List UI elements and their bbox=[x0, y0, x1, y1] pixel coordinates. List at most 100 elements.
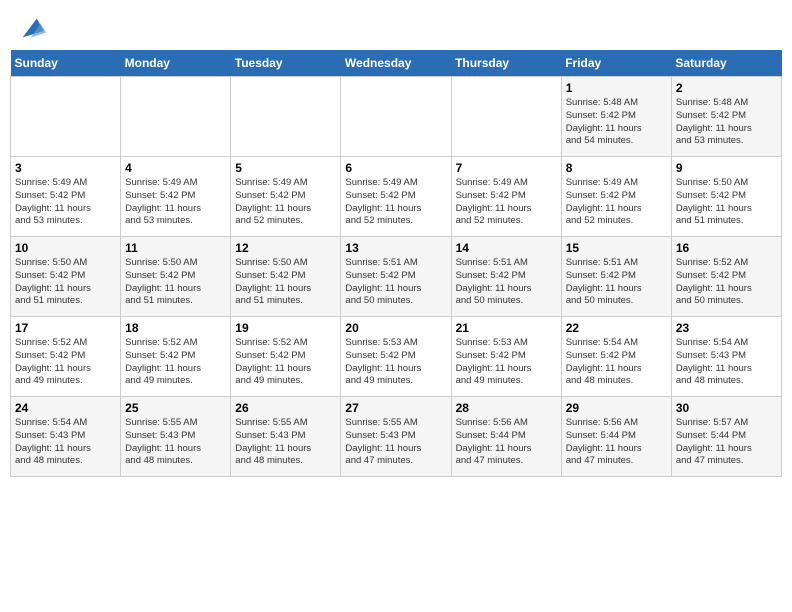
day-info: Sunrise: 5:52 AM Sunset: 5:42 PM Dayligh… bbox=[15, 337, 116, 388]
day-number: 14 bbox=[456, 241, 557, 255]
day-number: 28 bbox=[456, 401, 557, 415]
calendar-cell: 9 Sunrise: 5:50 AM Sunset: 5:42 PM Daylig… bbox=[671, 157, 781, 237]
day-number: 25 bbox=[125, 401, 226, 415]
calendar-cell: 8 Sunrise: 5:49 AM Sunset: 5:42 PM Daylig… bbox=[561, 157, 671, 237]
day-info: Sunrise: 5:52 AM Sunset: 5:42 PM Dayligh… bbox=[676, 257, 777, 308]
day-info: Sunrise: 5:55 AM Sunset: 5:43 PM Dayligh… bbox=[235, 417, 336, 468]
day-number: 5 bbox=[235, 161, 336, 175]
calendar-cell: 12 Sunrise: 5:50 AM Sunset: 5:42 PM Dayli… bbox=[231, 237, 341, 317]
calendar-week-row: 10 Sunrise: 5:50 AM Sunset: 5:42 PM Dayli… bbox=[11, 237, 782, 317]
day-info: Sunrise: 5:55 AM Sunset: 5:43 PM Dayligh… bbox=[125, 417, 226, 468]
day-info: Sunrise: 5:54 AM Sunset: 5:43 PM Dayligh… bbox=[676, 337, 777, 388]
header-friday: Friday bbox=[561, 50, 671, 77]
calendar-cell: 24 Sunrise: 5:54 AM Sunset: 5:43 PM Dayli… bbox=[11, 397, 121, 477]
day-info: Sunrise: 5:50 AM Sunset: 5:42 PM Dayligh… bbox=[125, 257, 226, 308]
day-number: 15 bbox=[566, 241, 667, 255]
header-wednesday: Wednesday bbox=[341, 50, 451, 77]
calendar-cell: 23 Sunrise: 5:54 AM Sunset: 5:43 PM Dayli… bbox=[671, 317, 781, 397]
day-number: 4 bbox=[125, 161, 226, 175]
day-number: 16 bbox=[676, 241, 777, 255]
calendar-cell: 28 Sunrise: 5:56 AM Sunset: 5:44 PM Dayli… bbox=[451, 397, 561, 477]
day-number: 22 bbox=[566, 321, 667, 335]
header-tuesday: Tuesday bbox=[231, 50, 341, 77]
day-number: 17 bbox=[15, 321, 116, 335]
logo-icon bbox=[18, 14, 46, 42]
calendar-cell: 14 Sunrise: 5:51 AM Sunset: 5:42 PM Dayli… bbox=[451, 237, 561, 317]
day-info: Sunrise: 5:49 AM Sunset: 5:42 PM Dayligh… bbox=[15, 177, 116, 228]
day-info: Sunrise: 5:51 AM Sunset: 5:42 PM Dayligh… bbox=[456, 257, 557, 308]
day-info: Sunrise: 5:57 AM Sunset: 5:44 PM Dayligh… bbox=[676, 417, 777, 468]
day-info: Sunrise: 5:49 AM Sunset: 5:42 PM Dayligh… bbox=[235, 177, 336, 228]
calendar-cell: 19Sunrise: 5:52 AM Sunset: 5:42 PM Dayli… bbox=[231, 317, 341, 397]
calendar-cell bbox=[121, 77, 231, 157]
day-info: Sunrise: 5:52 AM Sunset: 5:42 PM Dayligh… bbox=[125, 337, 226, 388]
calendar-table: SundayMondayTuesdayWednesdayThursdayFrid… bbox=[10, 50, 782, 477]
day-number: 9 bbox=[676, 161, 777, 175]
calendar-cell: 11Sunrise: 5:50 AM Sunset: 5:42 PM Dayli… bbox=[121, 237, 231, 317]
calendar-cell: 20 Sunrise: 5:53 AM Sunset: 5:42 PM Dayli… bbox=[341, 317, 451, 397]
calendar-cell: 17 Sunrise: 5:52 AM Sunset: 5:42 PM Dayli… bbox=[11, 317, 121, 397]
calendar-week-row: 3Sunrise: 5:49 AM Sunset: 5:42 PM Daylig… bbox=[11, 157, 782, 237]
day-info: Sunrise: 5:56 AM Sunset: 5:44 PM Dayligh… bbox=[566, 417, 667, 468]
calendar-cell bbox=[231, 77, 341, 157]
day-info: Sunrise: 5:49 AM Sunset: 5:42 PM Dayligh… bbox=[566, 177, 667, 228]
calendar-cell: 13 Sunrise: 5:51 AM Sunset: 5:42 PM Dayli… bbox=[341, 237, 451, 317]
page-header bbox=[10, 10, 782, 42]
calendar-cell: 4 Sunrise: 5:49 AM Sunset: 5:42 PM Daylig… bbox=[121, 157, 231, 237]
calendar-cell: 30 Sunrise: 5:57 AM Sunset: 5:44 PM Dayli… bbox=[671, 397, 781, 477]
header-monday: Monday bbox=[121, 50, 231, 77]
calendar-cell: 22 Sunrise: 5:54 AM Sunset: 5:42 PM Dayli… bbox=[561, 317, 671, 397]
calendar-cell: 27 Sunrise: 5:55 AM Sunset: 5:43 PM Dayli… bbox=[341, 397, 451, 477]
day-info: Sunrise: 5:49 AM Sunset: 5:42 PM Dayligh… bbox=[456, 177, 557, 228]
day-info: Sunrise: 5:51 AM Sunset: 5:42 PM Dayligh… bbox=[345, 257, 446, 308]
day-number: 12 bbox=[235, 241, 336, 255]
day-info: Sunrise: 5:56 AM Sunset: 5:44 PM Dayligh… bbox=[456, 417, 557, 468]
calendar-cell: 2Sunrise: 5:48 AM Sunset: 5:42 PM Daylig… bbox=[671, 77, 781, 157]
day-info: Sunrise: 5:49 AM Sunset: 5:42 PM Dayligh… bbox=[345, 177, 446, 228]
calendar-header-row: SundayMondayTuesdayWednesdayThursdayFrid… bbox=[11, 50, 782, 77]
day-number: 8 bbox=[566, 161, 667, 175]
header-thursday: Thursday bbox=[451, 50, 561, 77]
day-number: 6 bbox=[345, 161, 446, 175]
day-info: Sunrise: 5:54 AM Sunset: 5:43 PM Dayligh… bbox=[15, 417, 116, 468]
day-number: 29 bbox=[566, 401, 667, 415]
calendar-cell: 1 Sunrise: 5:48 AM Sunset: 5:42 PM Daylig… bbox=[561, 77, 671, 157]
day-info: Sunrise: 5:49 AM Sunset: 5:42 PM Dayligh… bbox=[125, 177, 226, 228]
day-number: 21 bbox=[456, 321, 557, 335]
day-number: 13 bbox=[345, 241, 446, 255]
day-info: Sunrise: 5:53 AM Sunset: 5:42 PM Dayligh… bbox=[345, 337, 446, 388]
day-number: 20 bbox=[345, 321, 446, 335]
day-number: 10 bbox=[15, 241, 116, 255]
calendar-week-row: 17 Sunrise: 5:52 AM Sunset: 5:42 PM Dayli… bbox=[11, 317, 782, 397]
day-info: Sunrise: 5:50 AM Sunset: 5:42 PM Dayligh… bbox=[235, 257, 336, 308]
day-info: Sunrise: 5:52 AM Sunset: 5:42 PM Dayligh… bbox=[235, 337, 336, 388]
calendar-cell: 5 Sunrise: 5:49 AM Sunset: 5:42 PM Daylig… bbox=[231, 157, 341, 237]
logo bbox=[14, 14, 46, 42]
day-number: 7 bbox=[456, 161, 557, 175]
day-info: Sunrise: 5:48 AM Sunset: 5:42 PM Dayligh… bbox=[566, 97, 667, 148]
calendar-cell: 3Sunrise: 5:49 AM Sunset: 5:42 PM Daylig… bbox=[11, 157, 121, 237]
header-saturday: Saturday bbox=[671, 50, 781, 77]
calendar-cell bbox=[11, 77, 121, 157]
calendar-cell: 16 Sunrise: 5:52 AM Sunset: 5:42 PM Dayli… bbox=[671, 237, 781, 317]
day-number: 1 bbox=[566, 81, 667, 95]
day-info: Sunrise: 5:50 AM Sunset: 5:42 PM Dayligh… bbox=[676, 177, 777, 228]
calendar-cell: 6 Sunrise: 5:49 AM Sunset: 5:42 PM Daylig… bbox=[341, 157, 451, 237]
calendar-cell: 15 Sunrise: 5:51 AM Sunset: 5:42 PM Dayli… bbox=[561, 237, 671, 317]
day-number: 23 bbox=[676, 321, 777, 335]
day-number: 26 bbox=[235, 401, 336, 415]
header-sunday: Sunday bbox=[11, 50, 121, 77]
calendar-cell: 21 Sunrise: 5:53 AM Sunset: 5:42 PM Dayli… bbox=[451, 317, 561, 397]
day-info: Sunrise: 5:51 AM Sunset: 5:42 PM Dayligh… bbox=[566, 257, 667, 308]
day-number: 27 bbox=[345, 401, 446, 415]
day-number: 24 bbox=[15, 401, 116, 415]
day-number: 30 bbox=[676, 401, 777, 415]
day-info: Sunrise: 5:53 AM Sunset: 5:42 PM Dayligh… bbox=[456, 337, 557, 388]
calendar-cell: 29 Sunrise: 5:56 AM Sunset: 5:44 PM Dayli… bbox=[561, 397, 671, 477]
day-info: Sunrise: 5:55 AM Sunset: 5:43 PM Dayligh… bbox=[345, 417, 446, 468]
day-info: Sunrise: 5:54 AM Sunset: 5:42 PM Dayligh… bbox=[566, 337, 667, 388]
day-info: Sunrise: 5:48 AM Sunset: 5:42 PM Dayligh… bbox=[676, 97, 777, 148]
calendar-cell: 10Sunrise: 5:50 AM Sunset: 5:42 PM Dayli… bbox=[11, 237, 121, 317]
calendar-cell bbox=[451, 77, 561, 157]
calendar-week-row: 24 Sunrise: 5:54 AM Sunset: 5:43 PM Dayli… bbox=[11, 397, 782, 477]
